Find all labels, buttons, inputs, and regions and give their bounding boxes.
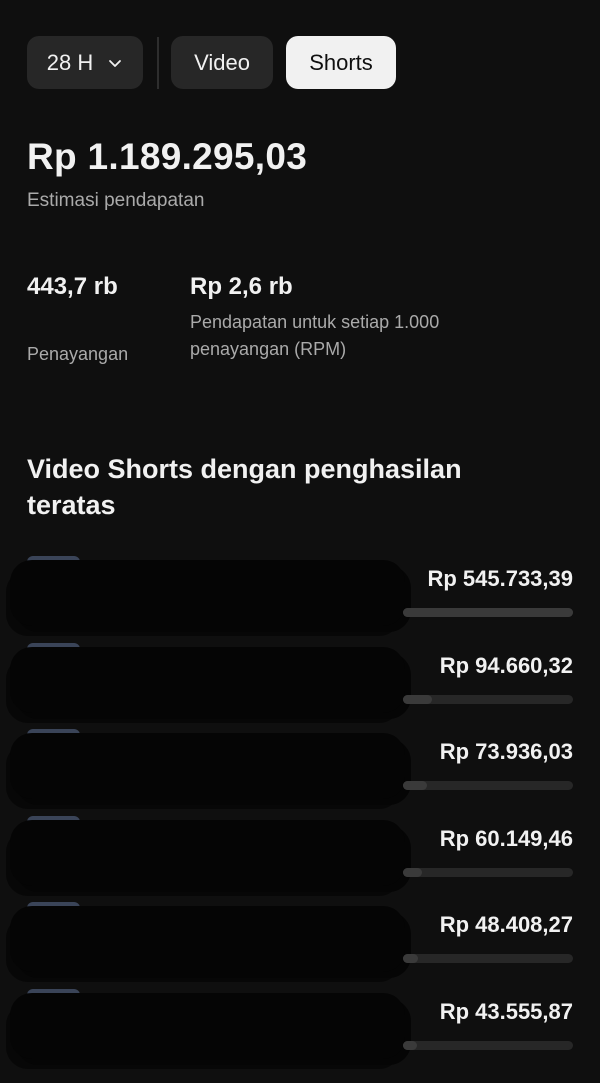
tab-video-label: Video — [194, 49, 250, 75]
chip-divider — [157, 36, 159, 89]
period-dropdown-label: 28 H — [46, 49, 94, 75]
filter-chip-row: 28 H Video Shorts — [27, 36, 396, 89]
revenue-bar-track — [403, 781, 573, 790]
redaction-scribble — [10, 733, 405, 799]
top-shorts-title: Video Shorts dengan penghasilan teratas — [27, 454, 462, 520]
revenue-bar-fill — [403, 867, 422, 877]
revenue-bar-track — [403, 608, 573, 617]
total-revenue-label: Estimasi pendapatan — [27, 190, 205, 211]
short-row[interactable]: Rp 545.733,39 — [0, 556, 600, 642]
chevron-down-icon — [109, 59, 122, 67]
period-dropdown[interactable]: 28 H — [27, 36, 143, 89]
tab-video[interactable]: Video — [171, 36, 273, 89]
revenue-bar-track — [403, 954, 573, 963]
short-revenue: Rp 94.660,32 — [439, 652, 573, 678]
revenue-bar-track — [403, 1040, 573, 1050]
revenue-bar-track — [403, 694, 573, 704]
redaction-scribble — [10, 906, 405, 972]
tab-shorts[interactable]: Shorts — [286, 36, 396, 89]
tab-shorts-label: Shorts — [309, 49, 373, 75]
views-value: 443,7 rb — [27, 273, 118, 300]
short-revenue: Rp 43.555,87 — [439, 998, 573, 1024]
revenue-bar-fill — [403, 1040, 417, 1050]
short-row[interactable]: Rp 94.660,32 — [0, 642, 600, 729]
revenue-bar-track — [403, 867, 573, 877]
redaction-scribble — [10, 646, 405, 713]
short-revenue: Rp 48.408,27 — [439, 912, 573, 937]
rpm-label: Pendapatan untuk setiap 1.000 penayangan… — [190, 312, 440, 359]
revenue-bar-fill — [403, 608, 573, 617]
short-revenue: Rp 60.149,46 — [439, 825, 573, 851]
short-revenue: Rp 545.733,39 — [427, 566, 573, 591]
total-revenue: Rp 1.189.295,03 — [27, 136, 308, 177]
revenue-bar-fill — [403, 781, 427, 790]
short-row[interactable]: Rp 73.936,03 — [0, 729, 600, 815]
short-row[interactable]: Rp 48.408,27 — [0, 902, 600, 988]
revenue-bar-fill — [403, 694, 432, 704]
revenue-bar-fill — [403, 954, 419, 963]
redaction-scribble — [10, 992, 405, 1059]
rpm-value: Rp 2,6 rb — [190, 273, 293, 300]
views-label: Penayangan — [27, 344, 129, 364]
redaction-scribble — [10, 560, 405, 626]
short-revenue: Rp 73.936,03 — [439, 739, 573, 764]
short-row[interactable]: Rp 60.149,46 — [0, 815, 600, 902]
short-row[interactable]: Rp 43.555,87 — [0, 988, 600, 1075]
redaction-scribble — [10, 819, 405, 886]
